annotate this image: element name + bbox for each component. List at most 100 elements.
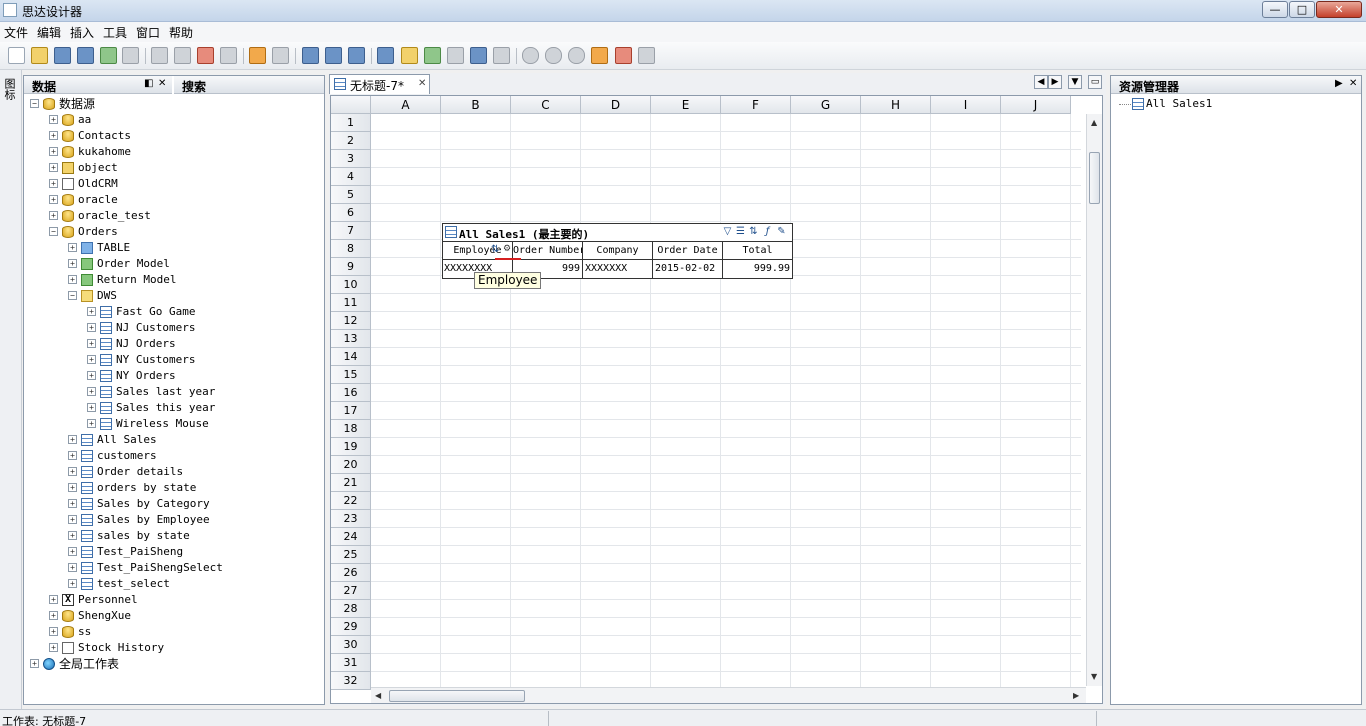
expand-icon[interactable]: + bbox=[87, 403, 96, 412]
expand-icon[interactable]: + bbox=[49, 195, 58, 204]
row-header[interactable]: 28 bbox=[331, 600, 371, 618]
expand-icon[interactable]: + bbox=[68, 499, 77, 508]
menu-file[interactable]: 文件 bbox=[4, 24, 28, 41]
tree-item[interactable]: + NJ Customers bbox=[24, 320, 322, 336]
shape3-icon[interactable] bbox=[568, 47, 585, 64]
edit-icon[interactable]: ✎ bbox=[776, 226, 787, 237]
row-header[interactable]: 6 bbox=[331, 204, 371, 222]
expand-icon[interactable]: + bbox=[87, 323, 96, 332]
sort-icon[interactable]: ⇅ bbox=[748, 226, 759, 237]
tree-item[interactable]: + ShengXue bbox=[24, 608, 322, 624]
spreadsheet[interactable]: 32 31 30 29 28 27 26 25 24 23 22 21 20 19 18 17 16 15 14 13… bbox=[330, 95, 1103, 704]
expand-icon[interactable]: + bbox=[49, 211, 58, 220]
close-tab-icon[interactable]: ✕ bbox=[418, 78, 426, 89]
row-header[interactable]: 31 bbox=[331, 654, 371, 672]
tab-search[interactable]: 搜索 bbox=[174, 76, 324, 94]
grid-cell-company[interactable]: XXXXXXX bbox=[583, 260, 653, 278]
close-icon[interactable]: ✕ bbox=[158, 78, 166, 89]
expand-icon[interactable]: + bbox=[87, 339, 96, 348]
expand-icon[interactable]: + bbox=[49, 627, 58, 636]
row-header[interactable]: 19 bbox=[331, 438, 371, 456]
side-tab[interactable]: 图标 bbox=[0, 70, 22, 710]
tree-item[interactable]: + Order details bbox=[24, 464, 322, 480]
grid-header-company[interactable]: Company bbox=[583, 242, 653, 260]
column-header[interactable]: C bbox=[511, 96, 581, 114]
tree-item[interactable]: − Orders bbox=[24, 224, 322, 240]
row-icon[interactable] bbox=[615, 47, 632, 64]
refresh-icon[interactable] bbox=[302, 47, 319, 64]
expand-icon[interactable]: + bbox=[49, 163, 58, 172]
maximize-button[interactable]: □ bbox=[1289, 1, 1315, 18]
tree-item[interactable]: + All Sales bbox=[24, 432, 322, 448]
scroll-down-icon[interactable]: ▼ bbox=[1091, 672, 1097, 681]
tree-item[interactable]: + oracle_test bbox=[24, 208, 322, 224]
sort-arrows-icon[interactable]: ⇅ bbox=[491, 244, 499, 255]
tab-list-icon[interactable]: ▼ bbox=[1068, 75, 1082, 89]
tab-prev-icon[interactable]: ◀ bbox=[1034, 75, 1048, 89]
tree-item[interactable]: + Test_PaiShengSelect bbox=[24, 560, 322, 576]
sort-icon[interactable] bbox=[493, 47, 510, 64]
tree-item[interactable]: + object bbox=[24, 160, 322, 176]
maximize-doc-icon[interactable]: ▭ bbox=[1088, 75, 1102, 89]
reload-icon[interactable] bbox=[348, 47, 365, 64]
tree-item[interactable]: + oracle bbox=[24, 192, 322, 208]
row-header[interactable]: 14 bbox=[331, 348, 371, 366]
row-header[interactable]: 11 bbox=[331, 294, 371, 312]
expand-icon[interactable]: + bbox=[87, 387, 96, 396]
expand-icon[interactable]: + bbox=[68, 259, 77, 268]
horizontal-scroll-thumb[interactable] bbox=[389, 690, 525, 702]
filter-icon[interactable] bbox=[447, 47, 464, 64]
expand-icon[interactable]: + bbox=[49, 115, 58, 124]
expand-icon[interactable]: + bbox=[49, 179, 58, 188]
shape2-icon[interactable] bbox=[545, 47, 562, 64]
expand-icon[interactable]: + bbox=[49, 643, 58, 652]
tree-item[interactable]: + NY Customers bbox=[24, 352, 322, 368]
expand-icon[interactable]: + bbox=[68, 243, 77, 252]
save-all-icon[interactable] bbox=[77, 47, 94, 64]
delete-icon[interactable] bbox=[197, 47, 214, 64]
tab-next-icon[interactable]: ▶ bbox=[1048, 75, 1062, 89]
column-header[interactable]: G bbox=[791, 96, 861, 114]
tab-untitled-7[interactable]: 无标题-7* ✕ bbox=[329, 74, 430, 94]
minimize-button[interactable]: — bbox=[1262, 1, 1288, 18]
row-header[interactable]: 23 bbox=[331, 510, 371, 528]
tab-data[interactable]: 数据 ◧ ✕ bbox=[24, 76, 172, 94]
expand-icon[interactable]: + bbox=[30, 659, 39, 668]
tree-item[interactable]: + Sales by Employee bbox=[24, 512, 322, 528]
column-header[interactable]: J bbox=[1001, 96, 1071, 114]
row-header[interactable]: 20 bbox=[331, 456, 371, 474]
tree-item[interactable]: + aa bbox=[24, 112, 322, 128]
tree-item[interactable]: + Contacts bbox=[24, 128, 322, 144]
menu-edit[interactable]: 编辑 bbox=[37, 24, 61, 41]
tree-item[interactable]: + customers bbox=[24, 448, 322, 464]
tree-item[interactable]: − 数据源 bbox=[24, 96, 322, 112]
funnel-icon[interactable]: ▽ bbox=[722, 226, 733, 237]
grid-component[interactable]: All Sales1 (最主要的) ▽ ☰ ⇅ ƒ ✎ Employee Ord… bbox=[442, 223, 793, 279]
row-header[interactable]: 27 bbox=[331, 582, 371, 600]
column-header[interactable]: B bbox=[441, 96, 511, 114]
expand-icon[interactable]: + bbox=[49, 147, 58, 156]
menu-help[interactable]: 帮助 bbox=[169, 24, 193, 41]
column-header[interactable]: A bbox=[371, 96, 441, 114]
pin-icon[interactable]: ▶ bbox=[1335, 78, 1343, 89]
menu-tools[interactable]: 工具 bbox=[103, 24, 127, 41]
grid-cell-total[interactable]: 999.99 bbox=[723, 260, 792, 278]
tree-item[interactable]: + Test_PaiSheng bbox=[24, 544, 322, 560]
row-header[interactable]: 24 bbox=[331, 528, 371, 546]
vertical-scrollbar[interactable]: ▲ ▼ bbox=[1086, 114, 1102, 686]
expand-icon[interactable]: + bbox=[68, 563, 77, 572]
redo-icon[interactable] bbox=[272, 47, 289, 64]
expand-icon[interactable]: + bbox=[87, 371, 96, 380]
corner-header[interactable] bbox=[331, 96, 371, 114]
tree-item[interactable]: + orders by state bbox=[24, 480, 322, 496]
row-header[interactable]: 21 bbox=[331, 474, 371, 492]
horizontal-scrollbar[interactable]: ◀ ▶ bbox=[371, 687, 1086, 703]
collapse-icon[interactable]: − bbox=[30, 99, 39, 108]
expand-icon[interactable]: + bbox=[68, 579, 77, 588]
row-header[interactable]: 17 bbox=[331, 402, 371, 420]
row-header[interactable]: 10 bbox=[331, 276, 371, 294]
tree-item[interactable]: + Sales by Category bbox=[24, 496, 322, 512]
expand-icon[interactable]: + bbox=[87, 355, 96, 364]
expand-icon[interactable]: + bbox=[68, 547, 77, 556]
shape1-icon[interactable] bbox=[522, 47, 539, 64]
